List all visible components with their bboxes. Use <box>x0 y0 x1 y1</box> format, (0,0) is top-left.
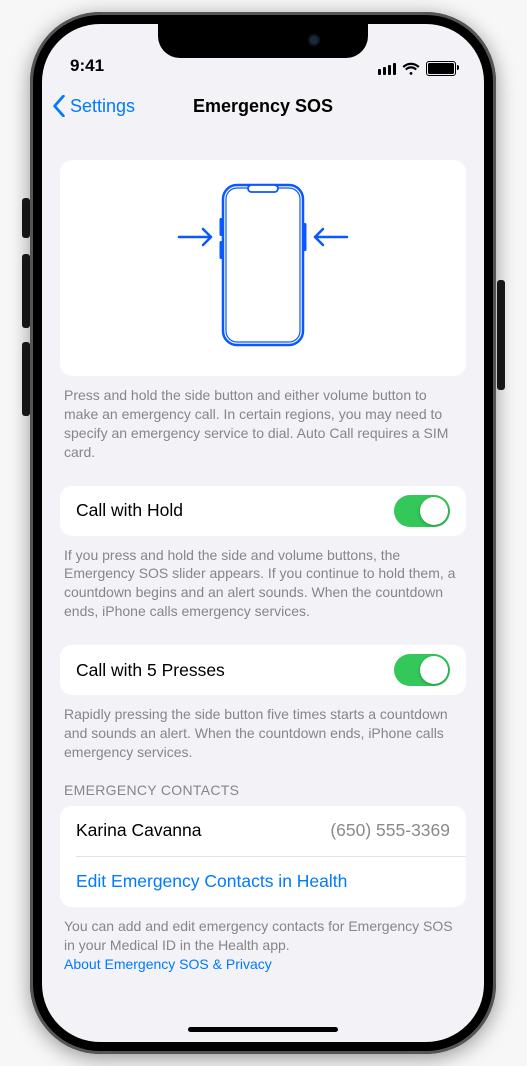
call-with-hold-help: If you press and hold the side and volum… <box>60 536 466 622</box>
privacy-link[interactable]: About Emergency SOS & Privacy <box>64 956 272 972</box>
home-indicator[interactable] <box>188 1027 338 1032</box>
contact-phone: (650) 555-3369 <box>330 820 450 841</box>
contact-row[interactable]: Karina Cavanna (650) 555-3369 <box>60 806 466 856</box>
back-label: Settings <box>70 96 135 117</box>
chevron-left-icon <box>52 95 66 117</box>
call-with-5-row: Call with 5 Presses <box>60 645 466 695</box>
call-with-5-help: Rapidly pressing the side button five ti… <box>60 695 466 762</box>
edit-contacts-label: Edit Emergency Contacts in Health <box>76 871 347 892</box>
wifi-icon <box>402 62 420 76</box>
edit-contacts-row[interactable]: Edit Emergency Contacts in Health <box>60 857 466 907</box>
nav-bar: Settings Emergency SOS <box>42 82 484 130</box>
contacts-help: You can add and edit emergency contacts … <box>60 907 466 980</box>
cellular-icon <box>378 63 396 75</box>
call-with-hold-label: Call with Hold <box>76 500 183 521</box>
contacts-header: EMERGENCY CONTACTS <box>60 762 466 806</box>
call-with-hold-row: Call with Hold <box>60 486 466 536</box>
status-time: 9:41 <box>70 56 104 76</box>
call-with-5-toggle[interactable] <box>394 654 450 686</box>
battery-icon <box>426 61 456 76</box>
call-with-5-label: Call with 5 Presses <box>76 660 225 681</box>
hero-help: Press and hold the side button and eithe… <box>60 376 466 462</box>
call-with-hold-toggle[interactable] <box>394 495 450 527</box>
hero-illustration <box>60 160 466 376</box>
back-button[interactable]: Settings <box>52 95 135 117</box>
contact-name: Karina Cavanna <box>76 820 202 841</box>
